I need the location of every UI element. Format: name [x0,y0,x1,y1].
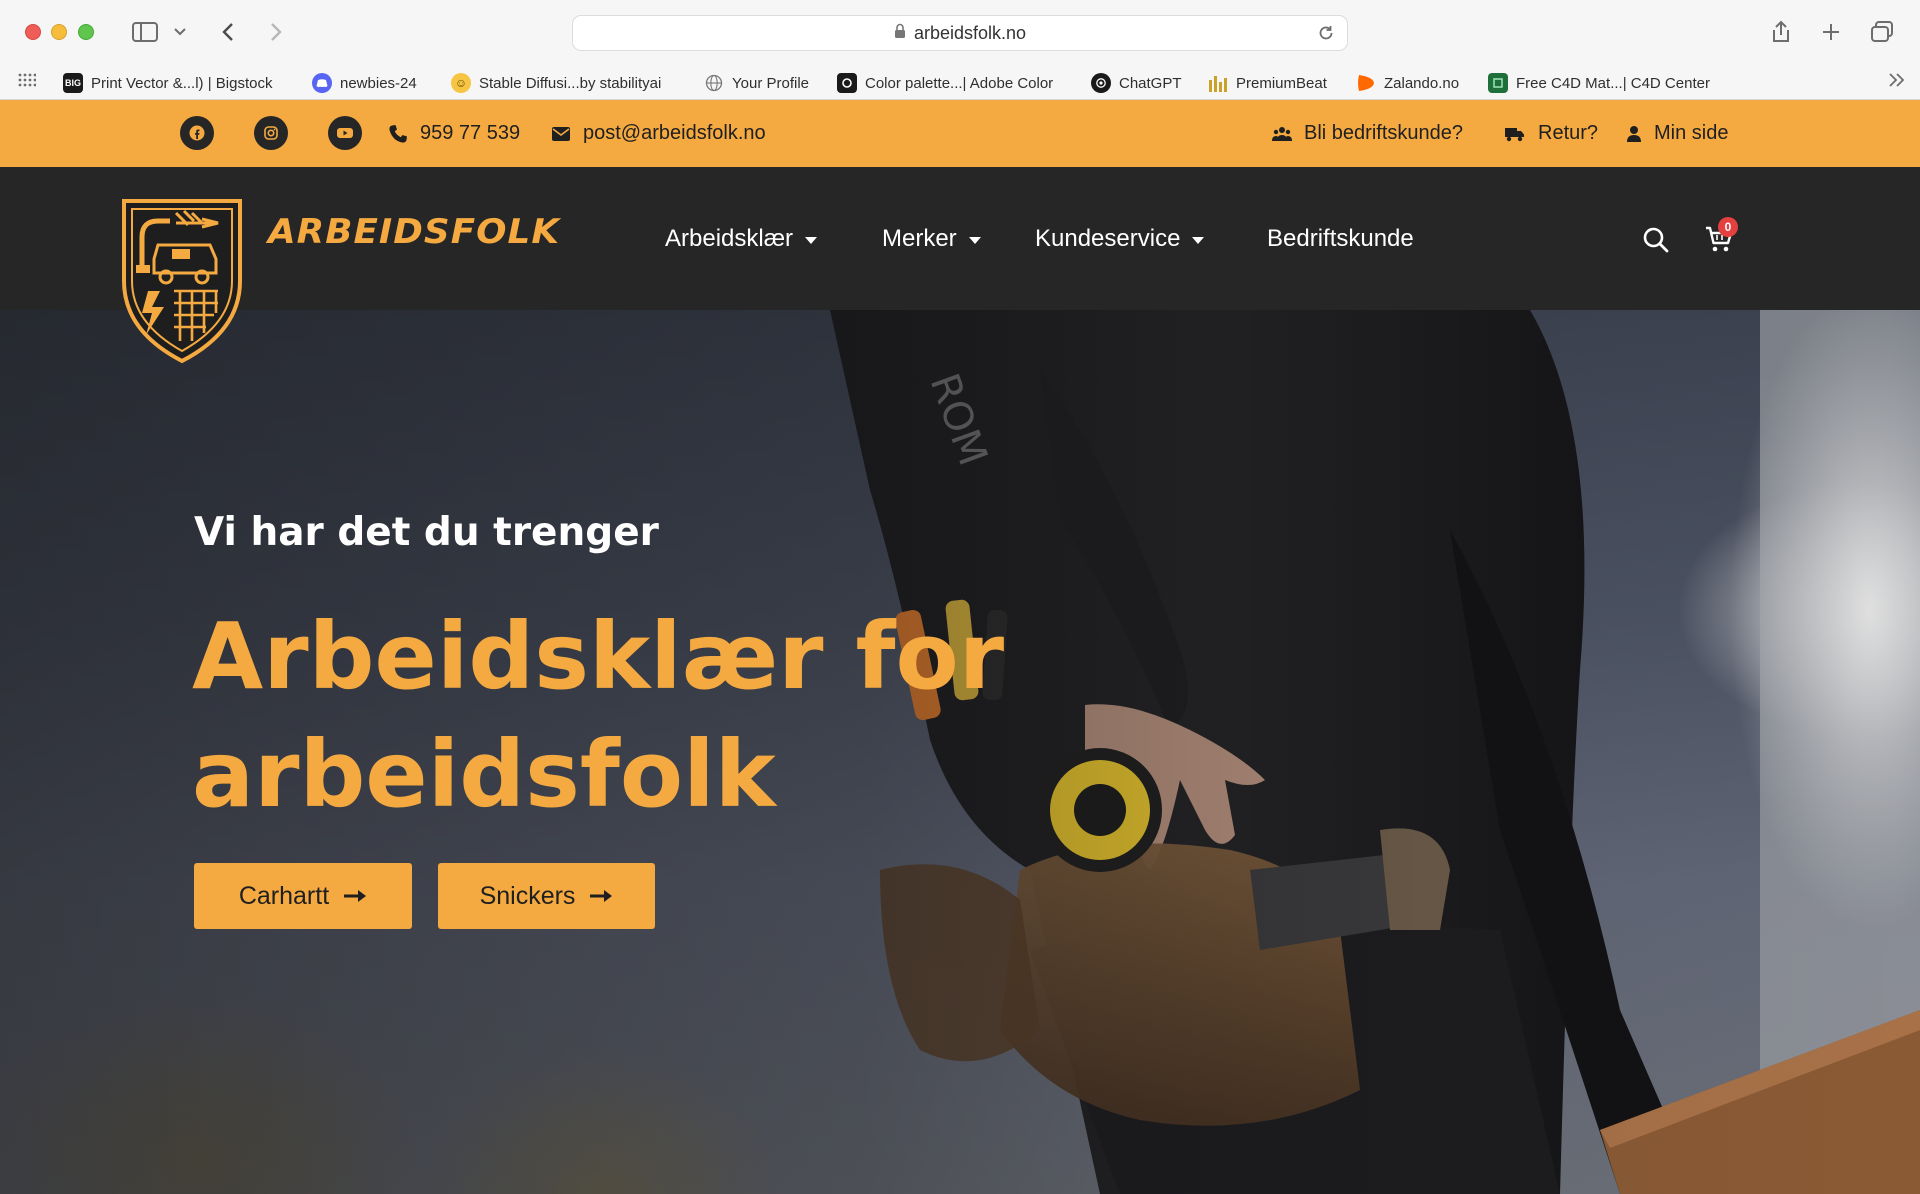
bookmark-label: Print Vector &...l) | Bigstock [91,74,273,92]
adobe-color-icon [837,73,857,93]
button-label: Carhartt [238,881,330,910]
business-customer-label: Bli bedriftskunde? [1304,122,1463,144]
hero-title-line: Arbeidsklær for [192,603,1005,710]
phone-number: 959 77 539 [420,122,521,144]
bookmark-chatgpt[interactable]: ChatGPT [1091,73,1182,93]
bookmarks-overflow-icon[interactable] [1888,73,1906,87]
site-topbar: 959 77 539 post@arbeidsfolk.no Bli bedri… [0,100,1920,167]
bookmark-zalando[interactable]: Zalando.no [1356,73,1459,93]
nav-item-merker[interactable]: Merker [882,167,981,310]
shield-logo-icon [122,199,242,364]
browser-chrome: arbeidsfolk.no BIG Print Vector &...l) |… [0,0,1920,100]
bookmark-stable-diffusion[interactable]: ☺ Stable Diffusi...by stabilityai [451,73,661,93]
c4d-center-icon [1488,73,1508,93]
arrow-right-icon [344,890,367,902]
nav-label: Merker [882,224,957,252]
hero-subtitle: Vi har det du trenger [194,510,659,555]
bookmark-label: Your Profile [732,74,809,92]
return-label: Retur? [1538,122,1599,144]
cart-count-badge: 0 [1718,217,1738,237]
return-link[interactable]: Retur? [1504,100,1598,167]
phone-link[interactable]: 959 77 539 [388,100,520,167]
truck-icon [1505,127,1524,141]
arbeidsfolk-logo[interactable] [118,195,246,365]
address-bar[interactable]: arbeidsfolk.no [572,15,1348,51]
users-icon [1272,126,1292,141]
discord-icon [312,73,332,93]
bookmark-label: newbies-24 [340,74,417,92]
url-text: arbeidsfolk.no [913,22,1027,43]
bookmark-newbies[interactable]: newbies-24 [312,73,417,93]
chatgpt-icon [1091,73,1111,93]
email-link[interactable]: post@arbeidsfolk.no [551,100,766,167]
button-label: Snickers [479,881,576,910]
email-address: post@arbeidsfolk.no [583,122,766,144]
zoom-window-button[interactable] [78,24,94,40]
nav-label: Bedriftskunde [1267,224,1414,252]
caret-down-icon [968,236,981,244]
bookmark-label: PremiumBeat [1236,74,1327,92]
my-page-link[interactable]: Min side [1626,100,1728,167]
chevron-down-icon[interactable] [172,18,188,46]
carhartt-button[interactable]: Carhartt [194,863,412,929]
tab-overview-icon[interactable] [1868,18,1896,46]
back-arrow-icon[interactable] [218,18,238,46]
instagram-icon[interactable] [254,116,288,150]
huggingface-icon: ☺ [451,73,471,93]
bookmark-premiumbeat[interactable]: PremiumBeat [1208,73,1327,93]
close-window-button[interactable] [25,24,41,40]
bookmark-bigstock[interactable]: BIG Print Vector &...l) | Bigstock [63,73,272,93]
caret-down-icon [805,236,818,244]
bookmark-your-profile[interactable]: Your Profile [704,73,809,93]
phone-icon [389,124,407,143]
nav-item-bedriftskunde[interactable]: Bedriftskunde [1267,167,1414,310]
bookmark-label: Zalando.no [1384,74,1460,92]
hero-title-line: arbeidsfolk [192,721,776,828]
arrow-right-icon [590,890,613,902]
youtube-icon[interactable] [328,116,362,150]
search-icon[interactable] [1642,226,1670,259]
nav-label: Arbeidsklær [665,224,794,252]
forward-arrow-icon[interactable] [266,18,286,46]
bookmark-c4d-center[interactable]: Free C4D Mat...| C4D Center [1488,73,1710,93]
new-tab-icon[interactable] [1818,18,1844,46]
hero-title: Arbeidsklær for arbeidsfolk [192,598,1004,834]
nav-item-arbeidsklaer[interactable]: Arbeidsklær [665,167,818,310]
user-icon [1627,125,1641,142]
my-page-label: Min side [1654,122,1729,144]
bookmark-label: Free C4D Mat...| C4D Center [1516,74,1710,92]
sidebar-toggle-icon[interactable] [130,18,160,46]
premiumbeat-icon [1208,73,1228,93]
brand-wordmark[interactable]: ARBEIDSFOLK [268,212,560,252]
browser-toolbar: arbeidsfolk.no [0,0,1920,64]
bookmarks-bar: BIG Print Vector &...l) | Bigstock newbi… [0,64,1920,100]
business-customer-link[interactable]: Bli bedriftskunde? [1272,100,1463,167]
nav-item-kundeservice[interactable]: Kundeservice [1035,167,1205,310]
bigstock-icon: BIG [63,73,83,93]
nav-label: Kundeservice [1035,224,1181,252]
snickers-button[interactable]: Snickers [438,863,655,929]
zalando-icon [1356,73,1376,93]
bookmark-label: Stable Diffusi...by stabilityai [479,74,662,92]
envelope-icon [552,126,570,141]
facebook-icon[interactable] [180,116,214,150]
bookmark-label: Color palette...| Adobe Color [865,74,1054,92]
reload-icon[interactable] [1317,24,1335,47]
minimize-window-button[interactable] [51,24,67,40]
globe-icon [704,73,724,93]
caret-down-icon [1192,236,1205,244]
bookmark-label: ChatGPT [1119,74,1182,92]
apps-grid-icon[interactable] [18,73,36,87]
share-icon[interactable] [1768,18,1794,46]
lock-icon [894,23,906,44]
bookmark-adobe-color[interactable]: Color palette...| Adobe Color [837,73,1053,93]
